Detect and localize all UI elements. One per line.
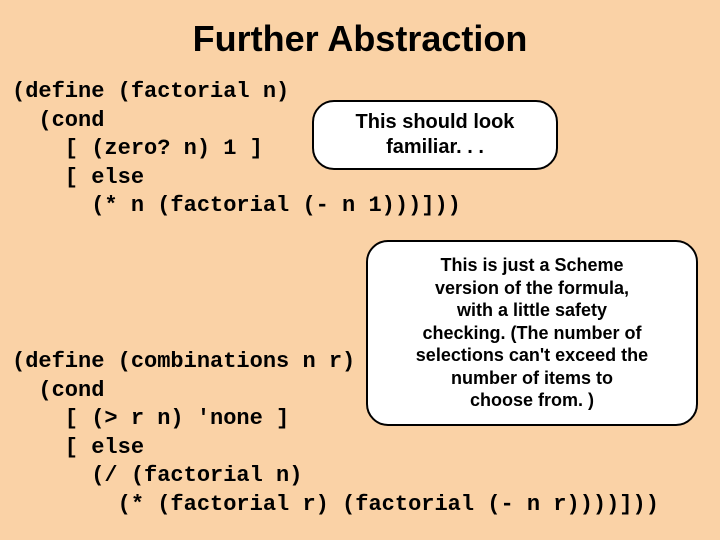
callout-line: version of the formula, bbox=[382, 277, 682, 300]
code-line: (cond bbox=[12, 378, 104, 403]
code-line: [ else bbox=[12, 435, 144, 460]
callout-line: familiar. . . bbox=[330, 135, 540, 160]
code-line: (define (factorial n) bbox=[12, 79, 289, 104]
callout-line: with a little safety bbox=[382, 299, 682, 322]
callout-line: checking. (The number of bbox=[382, 322, 682, 345]
callout-line: This should look bbox=[330, 110, 540, 135]
code-line: [ else bbox=[12, 165, 144, 190]
code-line: (* (factorial r) (factorial (- n r))))])… bbox=[12, 492, 659, 517]
code-line: (define (combinations n r) bbox=[12, 349, 355, 374]
code-block-combinations: (define (combinations n r) (cond [ (> r … bbox=[12, 348, 659, 520]
code-line: (* n (factorial (- n 1)))])) bbox=[12, 193, 461, 218]
code-line: (cond bbox=[12, 108, 104, 133]
page-title: Further Abstraction bbox=[0, 0, 720, 60]
callout-line: This is just a Scheme bbox=[382, 254, 682, 277]
code-line: [ (zero? n) 1 ] bbox=[12, 136, 263, 161]
code-line: [ (> r n) 'none ] bbox=[12, 406, 289, 431]
callout-familiar: This should look familiar. . . bbox=[312, 100, 558, 170]
code-line: (/ (factorial n) bbox=[12, 463, 302, 488]
